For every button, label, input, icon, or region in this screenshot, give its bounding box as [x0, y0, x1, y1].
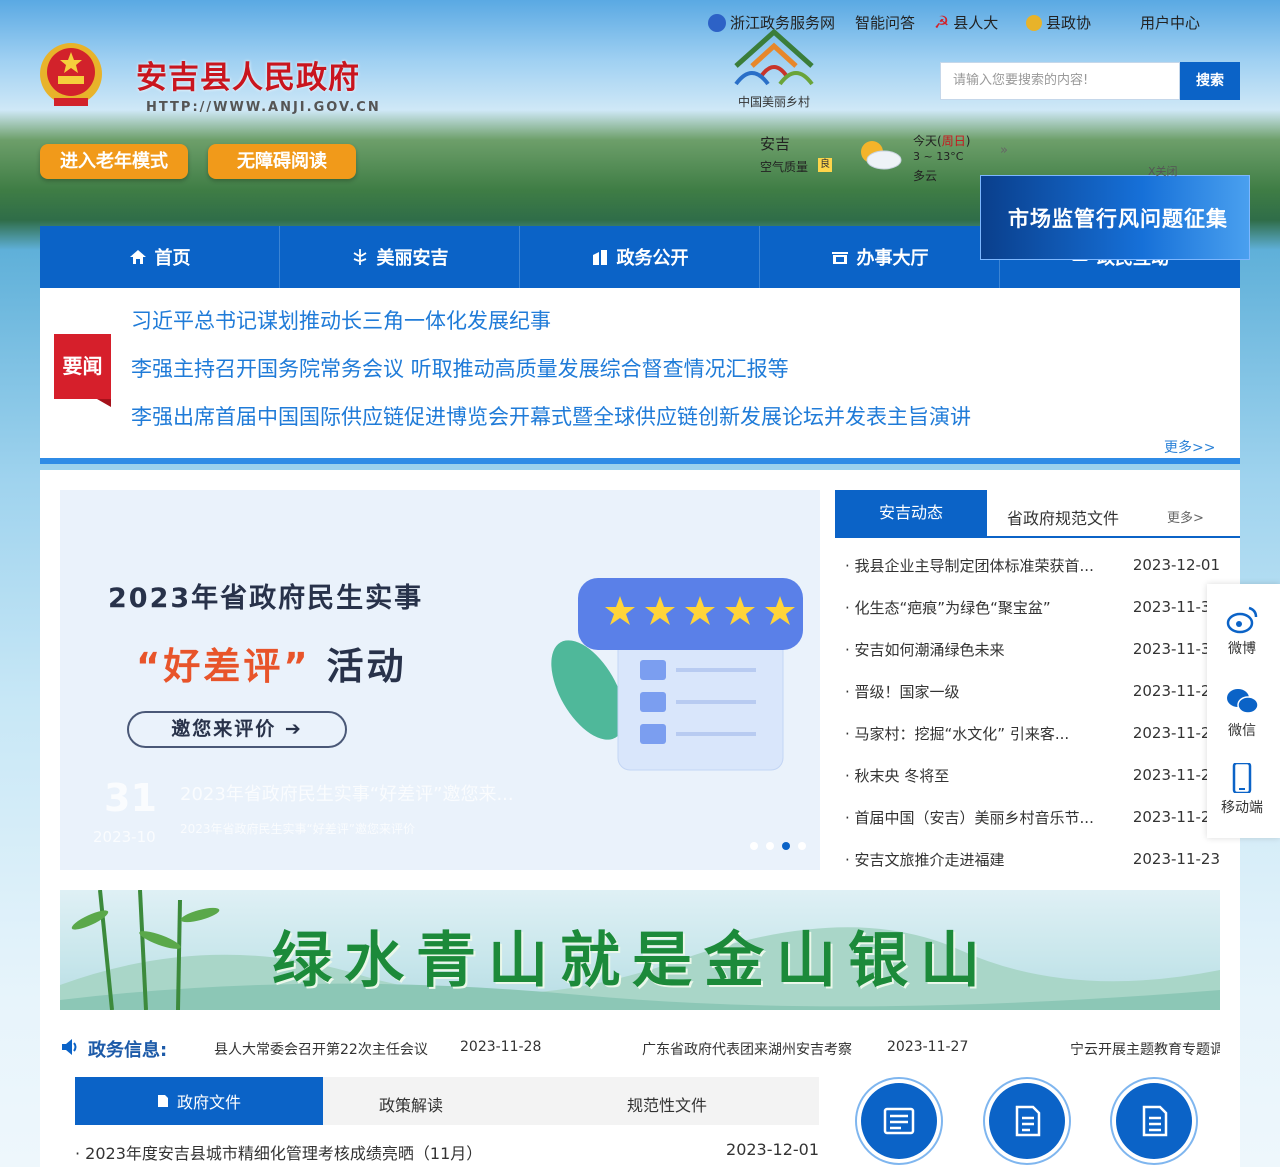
news-title: · 我县企业主导制定团体标准荣获首...	[845, 556, 1094, 575]
wechat-button[interactable]: 微信	[1212, 686, 1272, 740]
gov-info-ticker: 县人大常委会召开第22次主任会议 2023-11-28 广东省政府代表团来湖州安…	[214, 1030, 1220, 1064]
carousel-dot[interactable]	[798, 842, 806, 850]
accessible-reading-button[interactable]: 无障碍阅读	[208, 144, 356, 179]
news-more-link[interactable]: 更多>	[1167, 507, 1204, 526]
banner-evaluate-button[interactable]: 邀您来评价 ➔	[127, 711, 347, 748]
banner-title: 2023年省政府民生实事	[108, 583, 424, 614]
carousel-dot[interactable]	[766, 842, 774, 850]
nav-beautiful-anji[interactable]: 美丽安吉	[280, 226, 520, 288]
news-list-item[interactable]: · 我县企业主导制定团体标准荣获首... 2023-12-01	[845, 544, 1220, 586]
beautiful-village-logo: 中国美丽乡村	[734, 28, 814, 109]
service-shortcut-button[interactable]	[855, 1077, 943, 1165]
gov-info-link[interactable]: 县人大常委会召开第22次主任会议	[214, 1039, 428, 1059]
mobile-icon	[1232, 763, 1252, 793]
news-list-item[interactable]: · 首届中国（安吉）美丽乡村音乐节... 2023-11-27	[845, 796, 1220, 838]
county-cppcc-link[interactable]: 县政协	[1026, 12, 1091, 33]
popup-close-button[interactable]: X关闭	[1148, 163, 1178, 179]
gov-info-link[interactable]: 广东省政府代表团来湖州安吉考察	[642, 1039, 852, 1059]
nav-home[interactable]: 首页	[40, 226, 280, 288]
air-quality-badge: 良	[818, 158, 832, 172]
national-emblem	[40, 43, 102, 106]
news-title: · 化生态“疤痕”为绿色“聚宝盆”	[845, 598, 1051, 617]
tab-provincial-docs[interactable]: 省政府规范文件	[1007, 505, 1119, 529]
headline-link[interactable]: 习近平总书记谋划推动长三角一体化发展纪事	[131, 305, 551, 335]
news-title: · 马家村：挖掘“水文化” 引来客...	[845, 724, 1070, 743]
hall-icon	[831, 252, 848, 264]
site-url: HTTP://WWW.ANJI.GOV.CN	[146, 100, 381, 115]
wechat-icon	[1227, 689, 1259, 714]
svg-text:中国美丽乡村: 中国美丽乡村	[738, 94, 810, 109]
tab-gov-docs[interactable]: 政府文件	[75, 1077, 323, 1125]
news-list-item[interactable]: · 化生态“疤痕”为绿色“聚宝盆” 2023-11-30	[845, 586, 1220, 628]
news-title: · 秋末央 冬将至	[845, 766, 950, 785]
document-icon	[157, 1095, 168, 1107]
weather-temp: 3 ~ 13°C	[913, 150, 964, 163]
gov-info-date: 2023-11-28	[460, 1039, 542, 1055]
news-title: · 安吉如何潮涌绿色未来	[845, 640, 1005, 659]
search-input[interactable]: 请输入您要搜索的内容!	[940, 62, 1180, 100]
headline-link[interactable]: 李强主持召开国务院常务会议 听取推动高质量发展综合督查情况汇报等	[131, 353, 789, 383]
bamboo-icon	[353, 249, 366, 265]
building-icon	[592, 250, 607, 265]
gov-info-label: 政务信息:	[88, 1040, 168, 1061]
search-button[interactable]: 搜索	[1180, 62, 1240, 100]
party-emblem-icon: ☭	[934, 12, 950, 33]
file-icon	[1142, 1105, 1168, 1137]
news-date: 2023-12-01	[1132, 556, 1220, 574]
tab-anji-news[interactable]: 安吉动态	[835, 490, 987, 538]
gov-info-link[interactable]: 宁云开展主题教育专题调研	[1070, 1039, 1220, 1059]
news-list-item[interactable]: · 秋末央 冬将至 2023-11-27	[845, 754, 1220, 796]
news-list-item[interactable]: · 安吉如何潮涌绿色未来 2023-11-30	[845, 628, 1220, 670]
smart-qa-link[interactable]: 智能问答	[855, 12, 915, 33]
form-icon	[883, 1107, 915, 1135]
news-title: · 首届中国（安吉）美丽乡村音乐节...	[845, 808, 1094, 827]
air-quality-label: 空气质量	[760, 160, 809, 174]
mobile-button[interactable]: 移动端	[1212, 763, 1272, 817]
rating-illustration	[551, 578, 803, 771]
weibo-button[interactable]: 微博	[1212, 604, 1272, 658]
news-list-item[interactable]: · 晋级！国家一级 2023-11-28	[845, 670, 1220, 712]
nav-gov-affairs[interactable]: 政务公开	[520, 226, 760, 288]
news-list-item[interactable]: · 马家村：挖掘“水文化” 引来客... 2023-11-28	[845, 712, 1220, 754]
caption-day: 31	[104, 776, 157, 820]
document-list-icon	[1015, 1105, 1041, 1137]
gov-info-date: 2023-11-27	[887, 1039, 969, 1055]
headlines-more-link[interactable]: 更多>>	[1164, 437, 1215, 457]
weather-more-button[interactable]: »	[1000, 143, 1008, 158]
nav-service-hall[interactable]: 办事大厅	[760, 226, 1000, 288]
headline-link[interactable]: 李强出席首届中国国际供应链促进博览会开幕式暨全球供应链创新发展论坛并发表主旨演讲	[131, 401, 971, 431]
carousel-dot-active[interactable]	[782, 842, 790, 850]
service-shortcut-button[interactable]	[983, 1077, 1071, 1165]
headline-badge: 要闻	[54, 334, 111, 407]
service-shortcut-button[interactable]	[1110, 1077, 1198, 1165]
site-title[interactable]: 安吉县人民政府	[136, 52, 360, 97]
weibo-icon	[1226, 606, 1258, 634]
popup-title: 市场监管行风问题征集	[1008, 206, 1228, 231]
partly-cloudy-icon	[861, 141, 902, 170]
news-title: · 晋级！国家一级	[845, 682, 960, 701]
doc-list-item[interactable]: · 2023年度安吉县城市精细化管理考核成绩亮晒（11月） 2023-12-01	[75, 1140, 819, 1164]
news-list-item[interactable]: · 安吉文旅推介走进福建 2023-11-23	[845, 838, 1220, 880]
home-icon	[129, 250, 146, 264]
cppcc-emblem-icon	[1026, 14, 1042, 31]
weather-city: 安吉	[760, 135, 791, 153]
elder-mode-button[interactable]: 进入老年模式	[40, 144, 188, 179]
speaker-icon	[62, 1039, 77, 1055]
county-npc-link[interactable]: ☭ 县人大	[934, 12, 998, 33]
news-date: 2023-11-23	[1132, 850, 1220, 868]
weather-desc: 多云	[913, 169, 938, 183]
news-title: · 安吉文旅推介走进福建	[845, 850, 1005, 869]
banner-headline: “好差评” 活动	[136, 645, 407, 688]
user-center-link[interactable]: 用户中心	[1140, 12, 1200, 33]
caption-subtitle: 2023年省政府民生实事“好差评”邀您来评价	[180, 822, 415, 836]
caption-title[interactable]: 2023年省政府民生实事“好差评”邀您来...	[180, 780, 514, 806]
tab-policy-interpretation[interactable]: 政策解读	[379, 1092, 443, 1116]
caption-year-month: 2023-10	[93, 828, 156, 846]
weather-today: 今天(周日)	[913, 134, 971, 148]
tab-normative-docs[interactable]: 规范性文件	[627, 1092, 707, 1116]
slogan-text: 绿水青山就是金山银山	[272, 926, 992, 996]
carousel-dot[interactable]	[750, 842, 758, 850]
